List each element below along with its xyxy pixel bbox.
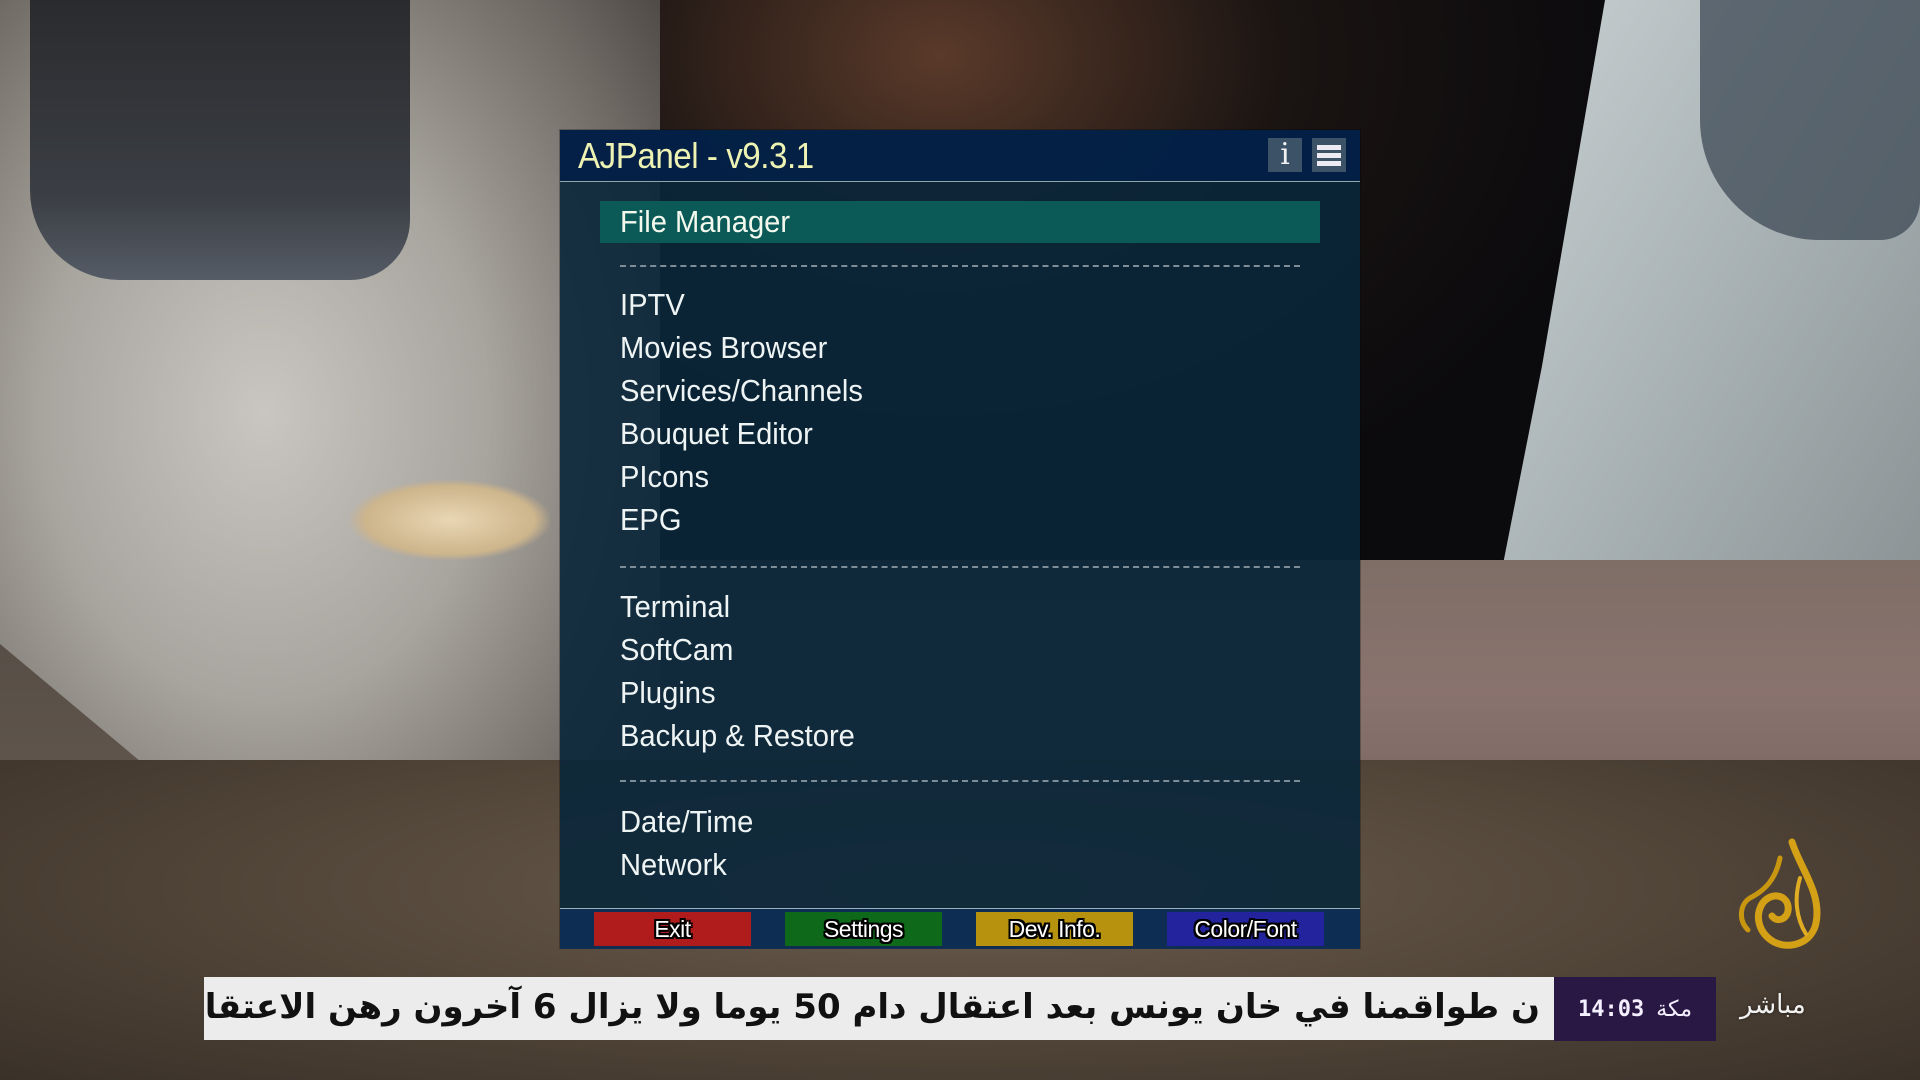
- panel-title: AJPanel - v9.3.1: [578, 135, 814, 176]
- info-button[interactable]: i: [1268, 138, 1302, 172]
- menu-item-softcam[interactable]: SoftCam: [620, 630, 733, 670]
- al-jazeera-logo-icon: [1739, 838, 1821, 949]
- menu-item-date-time[interactable]: Date/Time: [620, 802, 753, 842]
- menu-item-services-channels[interactable]: Services/Channels: [620, 371, 863, 411]
- menu-item-movies-browser[interactable]: Movies Browser: [620, 328, 827, 368]
- clock-time: 14:03: [1578, 996, 1645, 1022]
- clock-city: مكة: [1656, 996, 1692, 1022]
- menu-item-bouquet-editor[interactable]: Bouquet Editor: [620, 414, 813, 454]
- news-ticker: ن طواقمنا في خان يونس بعد اعتقال دام 50 …: [204, 977, 1554, 1040]
- settings-button[interactable]: Settings: [785, 912, 942, 946]
- menu-item-terminal[interactable]: Terminal: [620, 587, 730, 627]
- channel-live-label: مباشر: [1740, 990, 1806, 1020]
- menu-item-plugins[interactable]: Plugins: [620, 673, 716, 713]
- panel-footer: Exit Settings Dev. Info. Color/Font: [560, 908, 1360, 949]
- menu-separator: [620, 780, 1300, 782]
- ticker-text: ن طواقمنا في خان يونس بعد اعتقال دام 50 …: [204, 987, 1540, 1027]
- dev-info-button[interactable]: Dev. Info.: [976, 912, 1133, 946]
- info-icon: i: [1280, 137, 1290, 172]
- menu-separator: [620, 265, 1300, 267]
- menu-item-backup-restore[interactable]: Backup & Restore: [620, 716, 855, 756]
- menu-item-picons[interactable]: PIcons: [620, 457, 709, 497]
- video-bread: [350, 480, 550, 560]
- ajpanel-window: AJPanel - v9.3.1 i File Manager IPTV Mov…: [560, 130, 1360, 949]
- menu-button[interactable]: [1312, 138, 1346, 172]
- panel-header: AJPanel - v9.3.1 i: [560, 130, 1360, 182]
- color-font-button[interactable]: Color/Font: [1167, 912, 1324, 946]
- exit-button[interactable]: Exit: [594, 912, 751, 946]
- menu-item-file-manager[interactable]: File Manager: [620, 202, 790, 242]
- clock-box: 14:03 مكة: [1554, 977, 1716, 1041]
- menu-item-epg[interactable]: EPG: [620, 500, 682, 540]
- menu-separator: [620, 566, 1300, 568]
- menu-item-network[interactable]: Network: [620, 845, 727, 885]
- video-hanging-cloth: [30, 0, 410, 280]
- menu-item-iptv[interactable]: IPTV: [620, 285, 685, 325]
- hamburger-menu-icon: [1317, 144, 1341, 166]
